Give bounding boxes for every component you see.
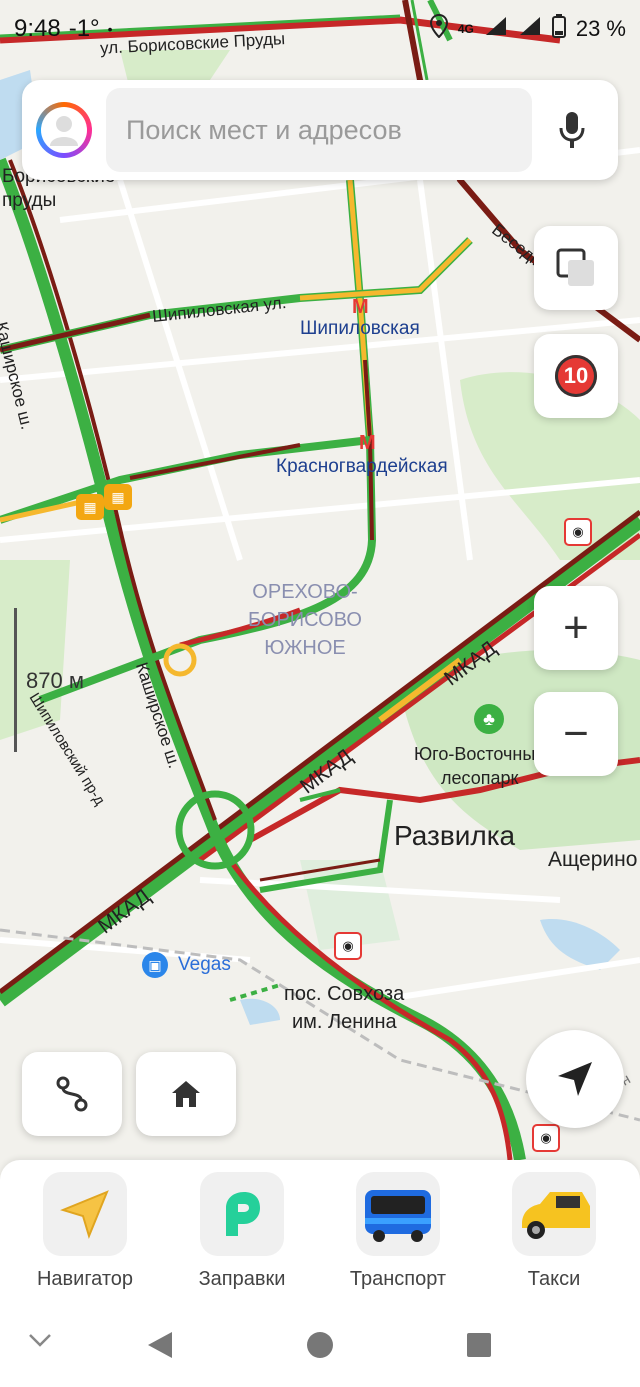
park-icon[interactable]: ♣ (474, 704, 504, 734)
profile-avatar[interactable] (36, 102, 92, 158)
location-pin-icon (429, 13, 448, 44)
plus-icon: + (563, 603, 589, 652)
service-transport[interactable]: Транспорт (338, 1172, 458, 1291)
fuel-p-icon (200, 1172, 284, 1256)
chevron-down-icon[interactable] (28, 1332, 52, 1353)
status-bar: 9:48 -1° • 4G 23 % (0, 0, 640, 58)
service-label: Транспорт (349, 1268, 447, 1290)
traffic-button[interactable]: 10 (534, 334, 618, 418)
shopping-bag-icon[interactable]: ▣ (142, 952, 168, 978)
street-label: пруды (2, 190, 57, 211)
service-navigator[interactable]: Навигатор (25, 1172, 145, 1291)
locality-razvilka[interactable]: Развилка (394, 820, 515, 852)
home-icon (172, 1081, 200, 1107)
traffic-camera-icon[interactable]: ◉ (334, 932, 362, 960)
bus-stop-icon[interactable]: ▦ (76, 494, 104, 520)
scale-label: 870 м (26, 668, 84, 693)
system-nav-bar (0, 1310, 640, 1387)
status-temperature: -1° (68, 15, 100, 42)
locality-ashcherino[interactable]: Ащерино (548, 848, 637, 872)
search-bar: Поиск мест и адресов (22, 80, 618, 180)
service-taxi[interactable]: Такси (494, 1172, 614, 1291)
location-arrow-icon (558, 1062, 592, 1096)
navigator-arrow-icon (43, 1172, 127, 1256)
my-location-button[interactable] (526, 1030, 624, 1128)
route-icon (56, 1076, 88, 1112)
home-button[interactable] (136, 1052, 236, 1136)
layers-button[interactable] (534, 226, 618, 310)
metro-krasnogvardeyskaya-icon[interactable]: М (359, 432, 376, 455)
metro-krasnogvardeyskaya-label[interactable]: Красногвардейская (276, 456, 448, 478)
battery-percent: 23 % (575, 16, 626, 41)
user-silhouette-icon (50, 116, 78, 146)
layers-icon (556, 248, 594, 286)
home-circle-icon[interactable] (306, 1331, 334, 1364)
search-input[interactable]: Поиск мест и адресов (106, 88, 532, 172)
zoom-in-button[interactable]: + (534, 586, 618, 670)
signal-icon (484, 15, 508, 43)
services-panel: Навигатор Заправки Транспорт Такси (0, 1160, 640, 1310)
battery-icon (551, 14, 566, 44)
service-label: Навигатор (36, 1268, 134, 1290)
microphone-icon[interactable] (548, 106, 596, 154)
status-time: 9:48 (14, 15, 61, 42)
locality-sovkhoz[interactable]: пос. Совхоза им. Ленина (284, 980, 404, 1036)
traffic-level-badge: 10 (555, 355, 597, 397)
traffic-camera-icon[interactable]: ◉ (532, 1124, 560, 1152)
service-label: Такси (527, 1268, 581, 1290)
taxi-car-icon (512, 1172, 596, 1256)
route-button[interactable] (22, 1052, 122, 1136)
district-label: ОРЕХОВО- БОРИСОВО ЮЖНОЕ (248, 581, 362, 659)
zoom-out-button[interactable]: − (534, 692, 618, 776)
network-type: 4G (457, 22, 474, 36)
service-label: Заправки (198, 1268, 286, 1290)
park-label[interactable]: Юго-Восточный лесопарк (414, 742, 545, 790)
bus-stop-icon[interactable]: ▦ (104, 484, 132, 510)
metro-shipilovskaya-icon[interactable]: М (352, 296, 369, 319)
traffic-camera-icon[interactable]: ◉ (564, 518, 592, 546)
recents-square-icon[interactable] (466, 1332, 492, 1363)
bus-icon (356, 1172, 440, 1256)
more-dot-icon: • (107, 21, 113, 37)
metro-shipilovskaya-label[interactable]: Шипиловская (300, 318, 420, 340)
scale-bar (14, 608, 17, 752)
signal-icon (518, 15, 542, 43)
minus-icon: − (563, 709, 589, 758)
back-icon[interactable] (146, 1330, 174, 1365)
place-vegas[interactable]: Vegas (178, 954, 231, 976)
service-fuel[interactable]: Заправки (182, 1172, 302, 1291)
